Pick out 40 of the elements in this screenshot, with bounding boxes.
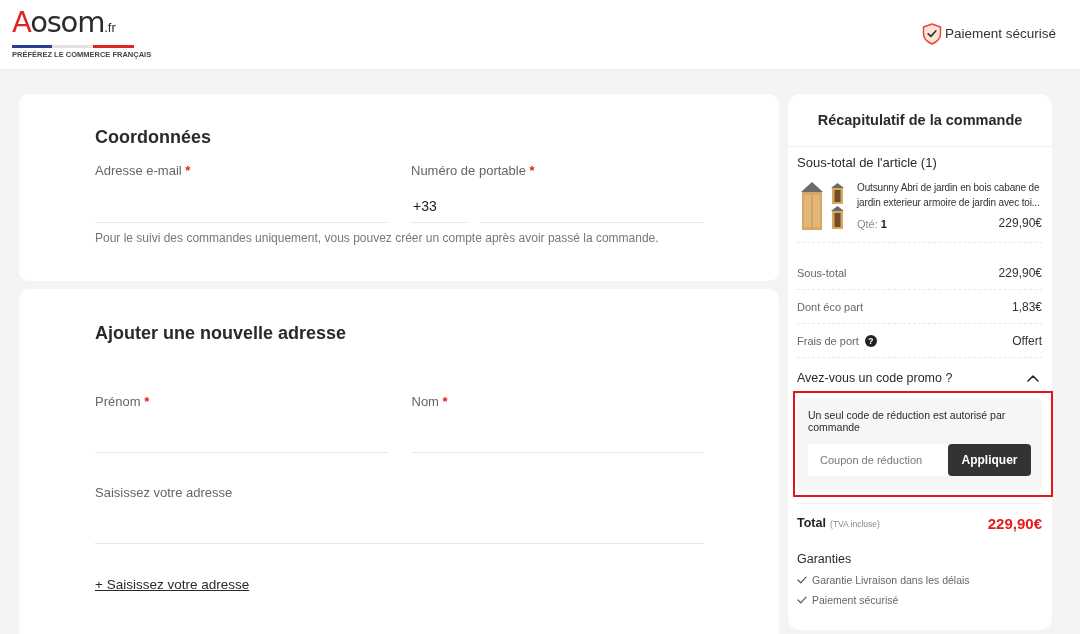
tax-note: (TVA incluse) — [829, 519, 880, 529]
secure-payment-label: Paiement sécurisé — [944, 26, 1056, 41]
field-label: Adresse e-mail * — [95, 163, 192, 179]
logo-wordmark[interactable]: Aosom.fr — [12, 8, 116, 42]
add-address-link[interactable]: + Saisissez votre adresse — [95, 576, 250, 593]
total-price: 229,90€ — [987, 514, 1042, 532]
shed-drawing — [800, 180, 845, 232]
check-icon — [797, 596, 807, 604]
guarantee-text: Paiement sécurisé — [812, 594, 899, 606]
helper-text: Pour le suivi des commandes uniquement, vous pouvez créer un compte après avoir passé la commande. — [95, 231, 660, 246]
section-title: Ajouter une nouvelle adresse — [95, 322, 348, 344]
summary-value: Offert — [1012, 333, 1042, 348]
summary-label: Dont éco part — [797, 300, 864, 313]
field-label: Numéro de portable * — [411, 163, 536, 179]
shield-check-icon — [921, 22, 942, 45]
field-label: Prénom * — [95, 394, 151, 410]
promo-toggle[interactable]: Avez-vous un code promo ? — [797, 371, 953, 385]
summary-label: Sous-total — [797, 266, 847, 279]
caret-up-icon[interactable] — [1027, 374, 1039, 382]
summary-value: 229,90€ — [998, 265, 1042, 280]
summary-label: Frais de port — [797, 334, 859, 347]
tricolor-stripe-icon — [12, 45, 134, 48]
quantity-label: Qté: 1 — [857, 218, 887, 230]
field-label: Saisissez votre adresse — [95, 485, 234, 501]
field-label: Nom * — [411, 394, 449, 410]
section-title: Coordonnées — [95, 126, 212, 148]
items-heading: Sous-total de l'article (1) — [797, 155, 938, 171]
total-label: Total — [797, 516, 826, 530]
check-icon — [797, 576, 807, 584]
guarantees-title: Garanties — [797, 551, 853, 567]
help-icon[interactable]: ? — [864, 334, 877, 347]
summary-title: Récapitulatif de la commande — [817, 112, 1023, 128]
product-name[interactable]: Outsunny Abri de jardin en bois cabane de jardin exterieur armoire de jardin avec toi... — [857, 180, 1042, 210]
item-price: 229,90€ — [998, 216, 1042, 230]
guarantee-text: Garantie Livraison dans les délais — [812, 574, 970, 586]
summary-value: 1,83€ — [1011, 299, 1042, 314]
coupon-field[interactable]: Coupon de réduction — [808, 444, 948, 476]
promo-note: Un seul code de réduction est autorisé par commande — [808, 409, 1007, 433]
country-code-field[interactable]: +33 — [411, 179, 467, 223]
apply-button[interactable]: Appliquer — [948, 444, 1031, 476]
